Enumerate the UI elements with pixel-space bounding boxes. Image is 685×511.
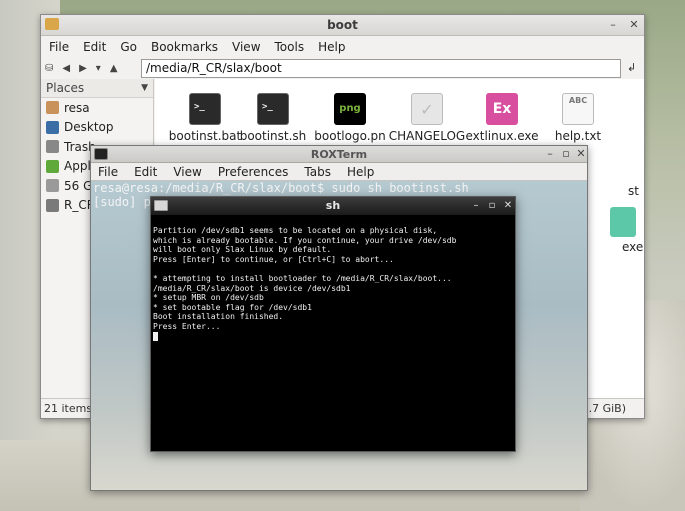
applications-icon: [46, 159, 59, 173]
location-bar[interactable]: /media/R_CR/slax/boot: [141, 59, 621, 78]
free-space: 3.7 GiB): [581, 402, 626, 415]
minimize-icon[interactable]: –: [470, 200, 482, 212]
window-title: sh: [325, 199, 341, 212]
sh-line: Press [Enter] to continue, or [Ctrl+C] t…: [153, 254, 394, 264]
file-manager-menubar: File Edit Go Bookmarks View Tools Help: [41, 36, 644, 57]
menu-preferences[interactable]: Preferences: [218, 165, 289, 179]
places-header-label: Places: [46, 81, 85, 95]
item-count: 21 items: [44, 402, 93, 415]
checkmark-document-icon: ✓: [411, 93, 443, 125]
sh-titlebar[interactable]: sh – ▫ ✕: [151, 197, 515, 215]
terminal-prompt-line: resa@resa:/media/R_CR/slax/boot$ sudo sh…: [93, 181, 469, 195]
file-item-bootinst-sh[interactable]: >_ bootinst.sh: [233, 93, 313, 143]
menu-help[interactable]: Help: [347, 165, 374, 179]
home-folder-icon: [46, 101, 59, 115]
file-label: help.txt: [554, 129, 602, 143]
file-label: bootinst.sh: [239, 129, 307, 143]
places-header[interactable]: Places ▼: [41, 79, 153, 98]
desktop-icon: [46, 120, 59, 134]
menu-help[interactable]: Help: [318, 40, 345, 54]
menu-file[interactable]: File: [49, 40, 69, 54]
file-item-help-txt[interactable]: ABC help.txt: [538, 93, 618, 143]
back-arrow-icon[interactable]: ◀: [62, 63, 70, 74]
roxterm-titlebar[interactable]: ROXTerm – ▫ ✕: [91, 146, 587, 163]
terminal-script-icon: >_: [189, 93, 221, 125]
sidebar-item-label: resa: [64, 100, 90, 115]
sidebar-item-desktop[interactable]: Desktop: [41, 118, 153, 138]
sh-line: Partition /dev/sdb1 seems to be located …: [153, 226, 438, 235]
sidebar-item-label: Desktop: [64, 120, 114, 135]
location-toolbar: ⛁ ◀ ▶ ▾ ▲ /media/R_CR/slax/boot ↲: [41, 57, 644, 79]
sh-line: * set bootable flag for /dev/sdb1: [153, 302, 312, 312]
trash-icon: [46, 140, 59, 154]
close-icon[interactable]: ✕: [502, 200, 514, 212]
window-title: ROXTerm: [310, 148, 368, 161]
menu-view[interactable]: View: [232, 40, 260, 54]
sh-line: which is already bootable. If you contin…: [153, 235, 457, 245]
sh-window: sh – ▫ ✕ Partition /dev/sdb1 seems to be…: [150, 196, 516, 452]
terminal-script-icon: >_: [257, 93, 289, 125]
chevron-down-icon[interactable]: ▼: [141, 83, 148, 93]
menu-edit[interactable]: Edit: [83, 40, 106, 54]
close-icon[interactable]: ✕: [575, 148, 587, 160]
terminal-sudo-line: [sudo] pa: [93, 195, 159, 209]
sh-line: ​: [153, 264, 515, 274]
image-file-icon: png: [334, 93, 366, 125]
menu-edit[interactable]: Edit: [134, 165, 157, 179]
file-label: extlinux.exe: [465, 129, 539, 143]
usb-drive-icon: [46, 198, 59, 212]
history-dropdown-icon[interactable]: ▾: [96, 63, 101, 74]
window-title: boot: [327, 18, 358, 32]
forward-arrow-icon[interactable]: ▶: [79, 63, 87, 74]
file-label: CHANGELOG: [388, 129, 466, 143]
text-file-icon: ABC: [562, 93, 594, 125]
menu-bookmarks[interactable]: Bookmarks: [151, 40, 218, 54]
sh-output[interactable]: Partition /dev/sdb1 seems to be located …: [151, 215, 515, 342]
maximize-icon[interactable]: ▫: [560, 148, 572, 160]
minimize-icon[interactable]: –: [607, 19, 619, 31]
sh-line: Boot installation finished.: [153, 312, 284, 322]
file-manager-titlebar[interactable]: boot – ✕: [41, 15, 644, 36]
sh-line: * setup MBR on /dev/sdb: [153, 293, 264, 303]
menu-file[interactable]: File: [98, 165, 118, 179]
drive-icon: [46, 179, 59, 193]
go-icon[interactable]: ↲: [627, 61, 636, 74]
partial-file-label: st: [628, 184, 639, 198]
sidebar-item-home[interactable]: resa: [41, 98, 153, 118]
sh-line: /media/R_CR/slax/boot is device /dev/sdb…: [153, 283, 351, 293]
sh-line: will boot only Slax Linux by default.: [153, 245, 332, 255]
executable-icon: Ex: [486, 93, 518, 125]
partial-file-label: exe: [622, 240, 644, 254]
drive-icon[interactable]: ⛁: [45, 63, 53, 74]
menu-tools[interactable]: Tools: [275, 40, 305, 54]
partial-file-icon[interactable]: [610, 207, 636, 237]
text-cursor: [153, 331, 158, 341]
maximize-icon[interactable]: ▫: [486, 200, 498, 212]
roxterm-menubar: File Edit View Preferences Tabs Help: [91, 163, 587, 181]
file-item-changelog[interactable]: ✓ CHANGELOG: [387, 93, 467, 143]
minimize-icon[interactable]: –: [544, 148, 556, 160]
file-item-extlinux-exe[interactable]: Ex extlinux.exe: [462, 93, 542, 143]
sh-line: Press Enter...: [153, 321, 221, 331]
close-icon[interactable]: ✕: [628, 19, 640, 31]
menu-go[interactable]: Go: [120, 40, 137, 54]
sh-line: * attempting to install bootloader to /m…: [153, 273, 452, 283]
up-arrow-icon[interactable]: ▲: [110, 63, 118, 74]
menu-view[interactable]: View: [173, 165, 201, 179]
file-label: bootlogo.pn: [314, 129, 386, 143]
menu-tabs[interactable]: Tabs: [304, 165, 331, 179]
